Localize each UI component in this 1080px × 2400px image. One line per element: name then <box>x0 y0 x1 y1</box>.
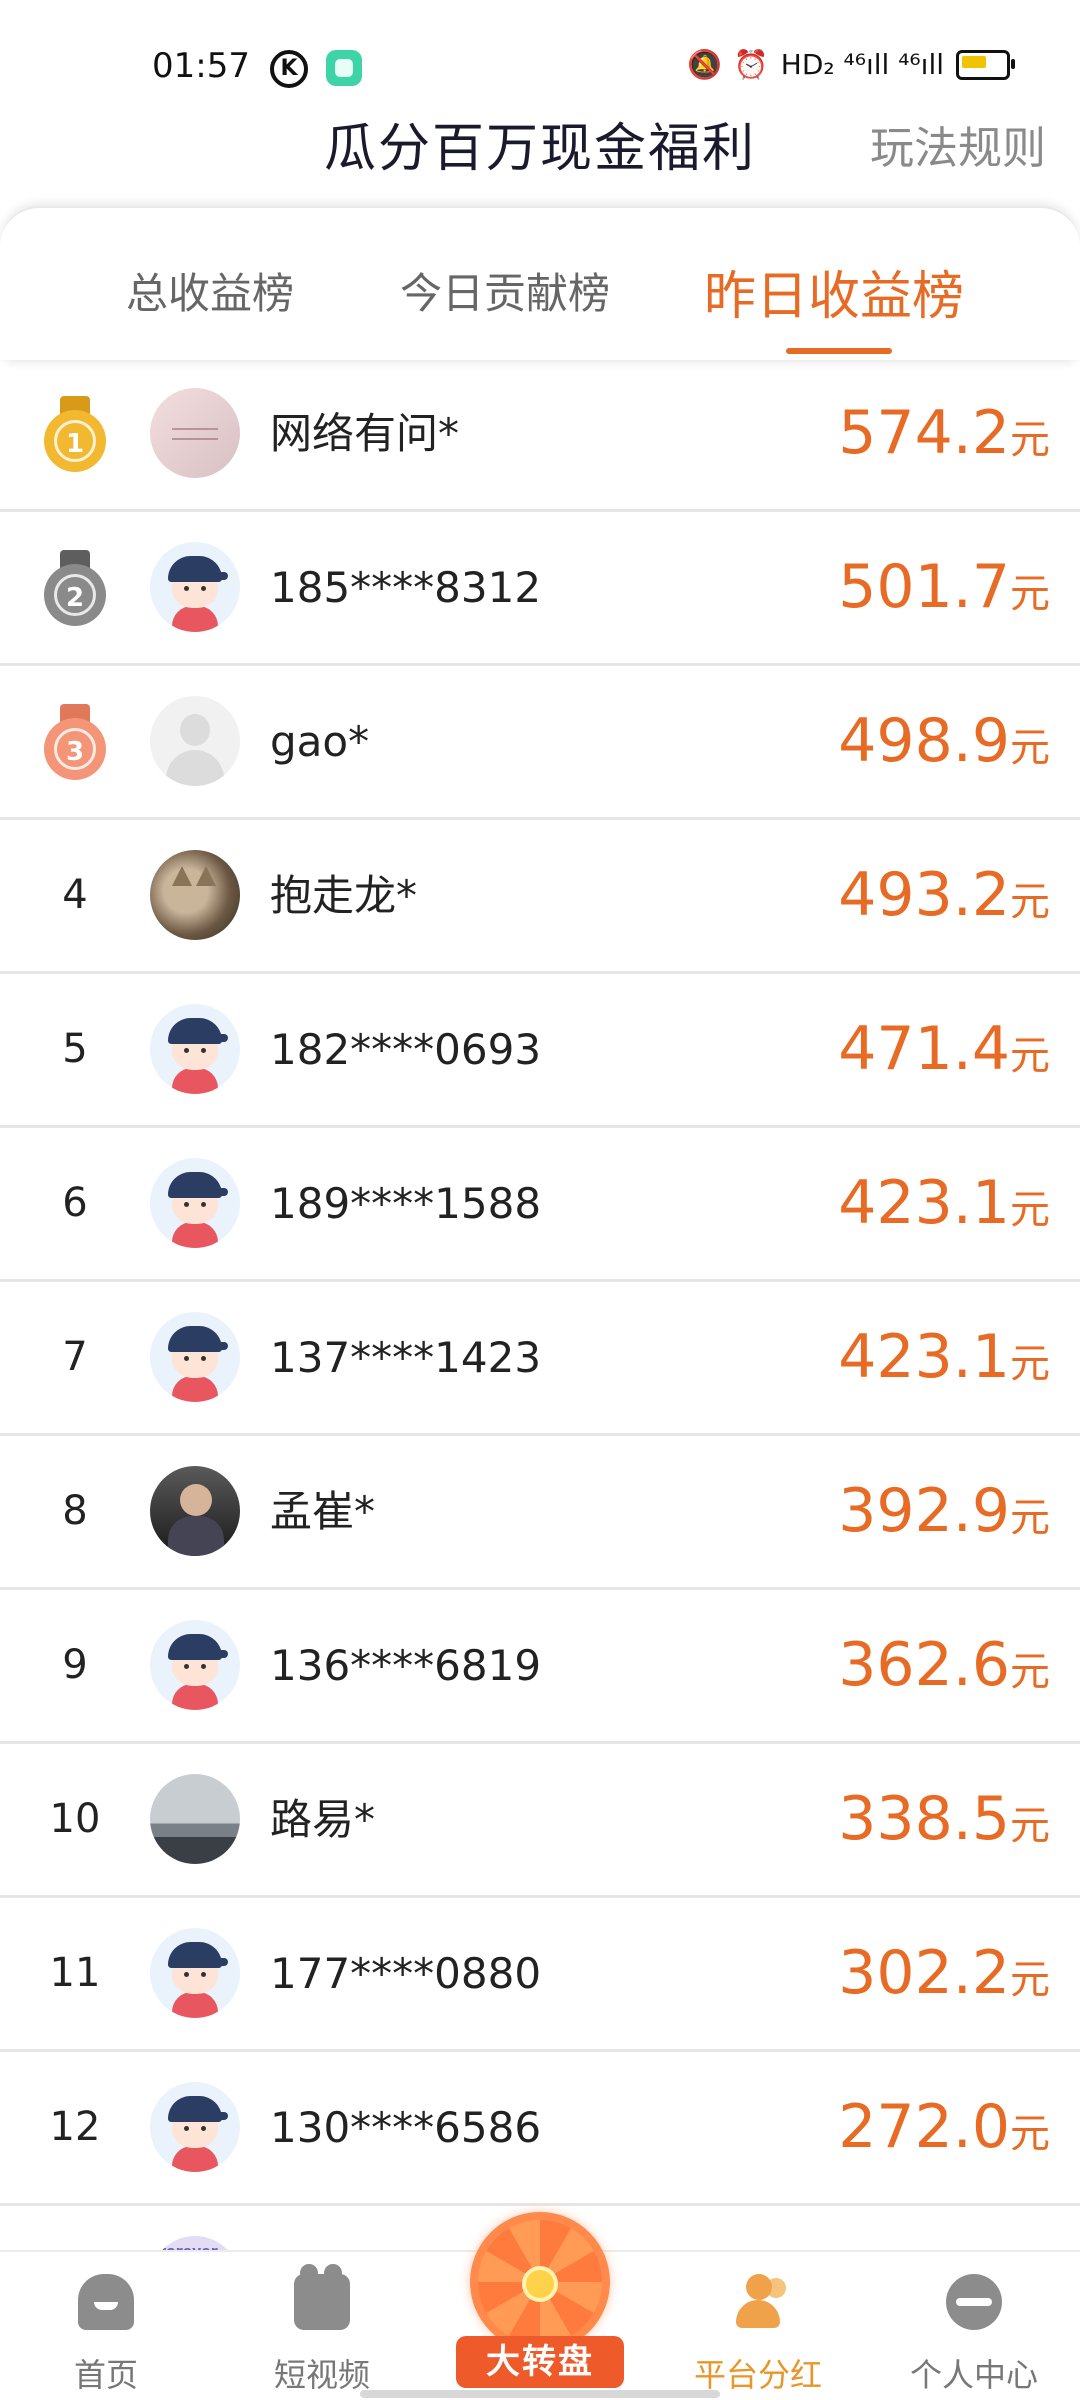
avatar <box>150 1774 240 1864</box>
table-row[interactable]: 5 182****0693 471.4元 <box>0 974 1080 1128</box>
table-row[interactable]: 10 路易* 338.5元 <box>0 1744 1080 1898</box>
table-row[interactable]: 3 gao* 498.9元 <box>0 666 1080 820</box>
leaderboard-page: 01:57 K 🔕 ⏰ HD₂ ⁴⁶ıll ⁴⁶ıll 瓜分百万现金福利 玩法规… <box>0 0 1080 2400</box>
table-row[interactable]: 8 孟崔* 392.9元 <box>0 1436 1080 1590</box>
rank-number: 12 <box>49 2104 101 2150</box>
nav-platform-dividend[interactable]: 平台分红 <box>658 2252 858 2400</box>
avatar <box>150 2082 240 2172</box>
avatar <box>150 1158 240 1248</box>
table-row[interactable]: 6 189****1588 423.1元 <box>0 1128 1080 1282</box>
earnings-amount: 338.5元 <box>838 1784 1050 1854</box>
nav-label: 大转盘 <box>456 2336 624 2388</box>
rank-number: 9 <box>62 1642 88 1688</box>
nav-home[interactable]: 首页 <box>6 2252 206 2400</box>
user-name: 路易* <box>270 1795 376 1844</box>
user-name: 136****6819 <box>270 1641 542 1690</box>
home-indicator[interactable] <box>360 2390 720 2398</box>
mute-icon: 🔕 <box>687 48 722 81</box>
rank-number: 7 <box>62 1334 88 1380</box>
avatar <box>150 850 240 940</box>
earnings-amount: 574.2元 <box>838 398 1050 468</box>
active-tab-underline <box>786 348 892 354</box>
user-name: 网络有问* <box>270 409 460 458</box>
rank-number: 8 <box>62 1488 88 1534</box>
user-name: 137****1423 <box>270 1333 542 1382</box>
user-name: 182****0693 <box>270 1025 542 1074</box>
rank-number: 10 <box>49 1796 101 1842</box>
user-icon <box>946 2274 1002 2330</box>
silver-medal-icon: 2 <box>44 550 106 630</box>
rank-number: 3 <box>54 728 96 770</box>
avatar <box>150 1620 240 1710</box>
rank-number: 11 <box>49 1950 101 1996</box>
earnings-amount: 302.2元 <box>838 1938 1050 2008</box>
table-row[interactable]: 11 177****0880 302.2元 <box>0 1898 1080 2052</box>
nav-label: 个人中心 <box>909 2356 1038 2394</box>
status-bar: 01:57 K 🔕 ⏰ HD₂ ⁴⁶ıll ⁴⁶ıll <box>0 0 1080 92</box>
alarm-icon: ⏰ <box>733 48 769 81</box>
nav-lucky-wheel[interactable]: 大转盘 <box>450 2212 630 2400</box>
leaderboard-list: 1 网络有问* 574.2元 2 185****8312 501.7元 3 ga… <box>0 358 1080 2326</box>
battery-icon <box>956 49 1015 80</box>
rank-number: 5 <box>62 1026 88 1072</box>
earnings-amount: 501.7元 <box>838 552 1050 622</box>
user-name: 185****8312 <box>270 563 542 612</box>
nav-profile[interactable]: 个人中心 <box>874 2252 1074 2400</box>
nav-label: 首页 <box>73 2356 138 2394</box>
app-notification-icon <box>326 50 362 86</box>
rank-number: 6 <box>62 1180 88 1226</box>
rank-number: 4 <box>62 872 88 918</box>
status-icons: 🔕 ⏰ HD₂ ⁴⁶ıll ⁴⁶ıll <box>687 48 1015 81</box>
rank-number: 2 <box>54 574 96 616</box>
earnings-amount: 272.0元 <box>838 2092 1050 2162</box>
k-app-icon: K <box>270 50 308 88</box>
user-name: gao* <box>270 717 370 766</box>
earnings-amount: 362.6元 <box>838 1630 1050 1700</box>
table-row[interactable]: 2 185****8312 501.7元 <box>0 512 1080 666</box>
network-indicator: HD₂ ⁴⁶ıll ⁴⁶ıll <box>780 48 944 81</box>
avatar <box>150 388 240 478</box>
user-name: 孟崔* <box>270 1487 376 1536</box>
avatar <box>150 1928 240 2018</box>
wheel-center <box>522 2266 558 2302</box>
rules-link[interactable]: 玩法规则 <box>870 112 1046 176</box>
avatar <box>150 1004 240 1094</box>
tab-today-contribution[interactable]: 今日贡献榜 <box>400 260 610 321</box>
table-row[interactable]: 4 抱走龙* 493.2元 <box>0 820 1080 974</box>
earnings-amount: 392.9元 <box>838 1476 1050 1546</box>
nav-short-video[interactable]: 短视频 <box>222 2252 422 2400</box>
avatar <box>150 542 240 632</box>
tab-bar: 总收益榜 今日贡献榜 昨日收益榜 <box>0 206 1080 360</box>
user-name: 抱走龙* <box>270 871 418 920</box>
earnings-amount: 471.4元 <box>838 1014 1050 1084</box>
earnings-amount: 498.9元 <box>838 706 1050 776</box>
earnings-amount: 423.1元 <box>838 1322 1050 1392</box>
table-row[interactable]: 12 130****6586 272.0元 <box>0 2052 1080 2206</box>
earnings-amount: 493.2元 <box>838 860 1050 930</box>
table-row[interactable]: 9 136****6819 362.6元 <box>0 1590 1080 1744</box>
tab-total-earnings[interactable]: 总收益榜 <box>126 260 294 321</box>
user-name: 130****6586 <box>270 2103 542 2152</box>
status-time: 01:57 <box>152 46 250 86</box>
tab-yesterday-earnings[interactable]: 昨日收益榜 <box>704 254 964 329</box>
user-name: 189****1588 <box>270 1179 542 1228</box>
avatar <box>150 696 240 786</box>
home-icon <box>78 2274 134 2330</box>
page-header: 瓜分百万现金福利 玩法规则 <box>0 92 1080 204</box>
people-icon <box>730 2274 786 2330</box>
rank-number: 1 <box>54 420 96 462</box>
table-row[interactable]: 1 网络有问* 574.2元 <box>0 358 1080 512</box>
earnings-amount: 423.1元 <box>838 1168 1050 1238</box>
gold-medal-icon: 1 <box>44 396 106 476</box>
avatar <box>150 1466 240 1556</box>
avatar <box>150 1312 240 1402</box>
bronze-medal-icon: 3 <box>44 704 106 784</box>
table-row[interactable]: 7 137****1423 423.1元 <box>0 1282 1080 1436</box>
video-icon <box>294 2264 350 2330</box>
user-name: 177****0880 <box>270 1949 542 1998</box>
